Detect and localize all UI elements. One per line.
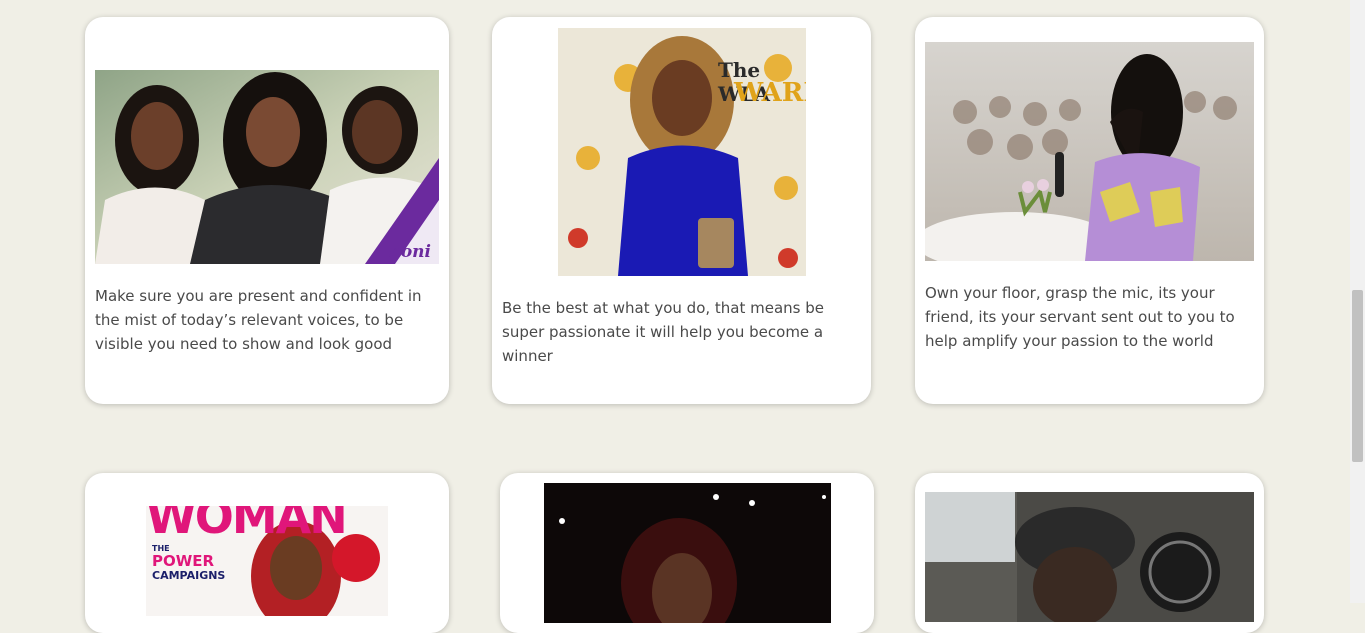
speaker-with-mic-photo bbox=[925, 42, 1254, 261]
magazine-masthead: WOMAN bbox=[146, 506, 348, 544]
card-caption: Make sure you are present and confident … bbox=[95, 287, 422, 353]
stage-portrait-photo bbox=[544, 483, 831, 623]
scrollbar-thumb[interactable] bbox=[1352, 290, 1363, 462]
woman-magazine-cover: WOMAN THE POWER CAMPAIGNS bbox=[146, 506, 388, 616]
speaker-image bbox=[925, 42, 1254, 261]
brand-logo: noni bbox=[388, 242, 431, 262]
content-card-5 bbox=[500, 473, 874, 633]
card-caption: Own your floor, grasp the mic, its your … bbox=[925, 284, 1235, 350]
stage-portrait-image bbox=[544, 483, 831, 623]
content-card-4: WOMAN THE POWER CAMPAIGNS bbox=[85, 473, 449, 633]
wla-awards-photo: The WLA WARDS bbox=[558, 28, 806, 276]
content-card-1: noni Make sure you are present and confi… bbox=[85, 17, 449, 404]
women-panel-photo: noni bbox=[95, 70, 439, 264]
content-card-2: The WLA WARDS Be the best at what you do… bbox=[492, 17, 871, 404]
awards-sign-line2: WARDS bbox=[734, 78, 806, 108]
page-scrollbar[interactable] bbox=[1350, 0, 1365, 603]
women-panel-image bbox=[95, 70, 439, 264]
magazine-headline-3: CAMPAIGNS bbox=[152, 569, 226, 582]
content-card-6 bbox=[915, 473, 1264, 633]
card-caption: Be the best at what you do, that means b… bbox=[502, 299, 825, 365]
magazine-headline-2: POWER bbox=[152, 552, 215, 570]
content-card-3: Own your floor, grasp the mic, its your … bbox=[915, 17, 1264, 404]
